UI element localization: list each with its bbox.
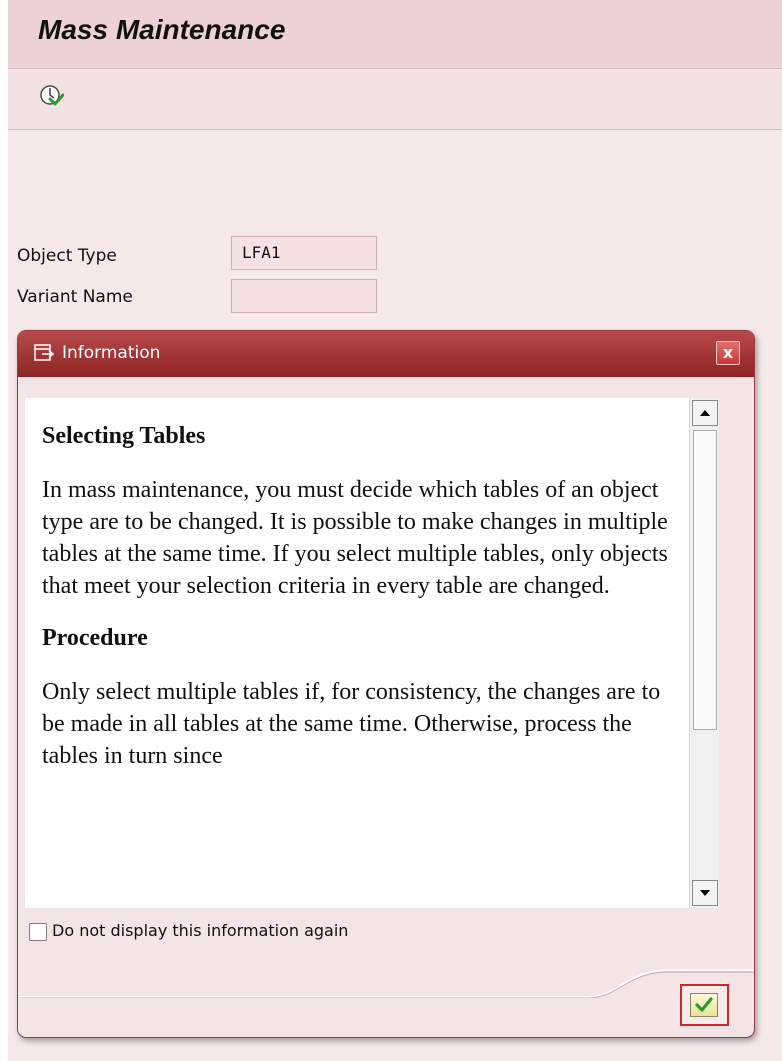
- section-heading-selecting-tables: Selecting Tables: [42, 423, 206, 449]
- scroll-down-button[interactable]: [692, 880, 718, 906]
- title-bar: Mass Maintenance: [8, 0, 782, 69]
- dont-show-again-checkbox[interactable]: [29, 923, 47, 941]
- dialog-header: Information x: [18, 331, 754, 377]
- arrow-up-icon: [700, 410, 710, 416]
- scrollbar-thumb[interactable]: [693, 430, 717, 730]
- page-title: Mass Maintenance: [38, 14, 286, 45]
- vertical-scrollbar[interactable]: [689, 398, 719, 908]
- paragraph-selecting-tables: In mass maintenance, you must decide whi…: [42, 477, 668, 599]
- dont-show-again-label: Do not display this information again: [52, 921, 349, 940]
- execute-icon[interactable]: [38, 83, 65, 109]
- variant-name-input[interactable]: [231, 279, 377, 313]
- object-type-input[interactable]: LFA1: [231, 236, 377, 270]
- scroll-up-button[interactable]: [692, 400, 718, 426]
- info-window-icon: [34, 343, 56, 363]
- section-heading-procedure: Procedure: [42, 625, 148, 651]
- paragraph-procedure: Only select multiple tables if, for cons…: [42, 679, 661, 769]
- application-toolbar: [8, 69, 782, 130]
- help-text-area: Selecting Tables In mass maintenance, yo…: [25, 398, 689, 908]
- dialog-title: Information: [62, 343, 161, 363]
- arrow-down-icon: [700, 890, 710, 896]
- window-edge: [0, 0, 8, 1061]
- close-button[interactable]: x: [716, 341, 740, 365]
- checkmark-icon: [695, 997, 713, 1012]
- close-icon: x: [722, 343, 734, 362]
- footer-separator: [18, 969, 754, 998]
- continue-button[interactable]: [680, 984, 729, 1026]
- object-type-label: Object Type: [17, 246, 117, 266]
- information-dialog: Information x Selecting Tables In mass m…: [17, 330, 755, 1038]
- continue-button-face: [690, 993, 718, 1017]
- variant-name-label: Variant Name: [17, 287, 133, 307]
